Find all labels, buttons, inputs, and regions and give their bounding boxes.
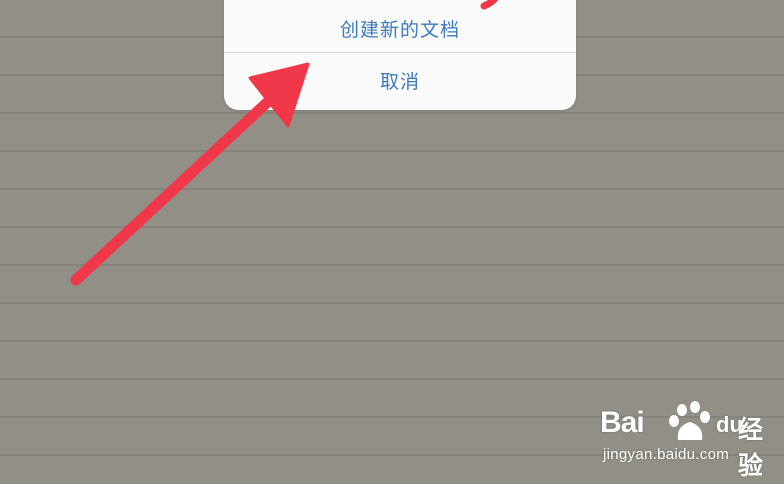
- watermark-product: 经验: [738, 416, 764, 480]
- watermark-brand: Bai: [600, 406, 645, 439]
- sheet-divider: [224, 52, 576, 53]
- action-sheet: 创建新的文档 取消: [224, 0, 576, 110]
- create-new-document-button[interactable]: 创建新的文档: [224, 8, 576, 52]
- baidu-jingyan-watermark: Bai du jingyan.baidu.com 经验: [600, 400, 780, 480]
- baidu-paw-icon: [669, 401, 710, 440]
- watermark-url: jingyan.baidu.com: [603, 446, 730, 463]
- cancel-button[interactable]: 取消: [224, 60, 576, 104]
